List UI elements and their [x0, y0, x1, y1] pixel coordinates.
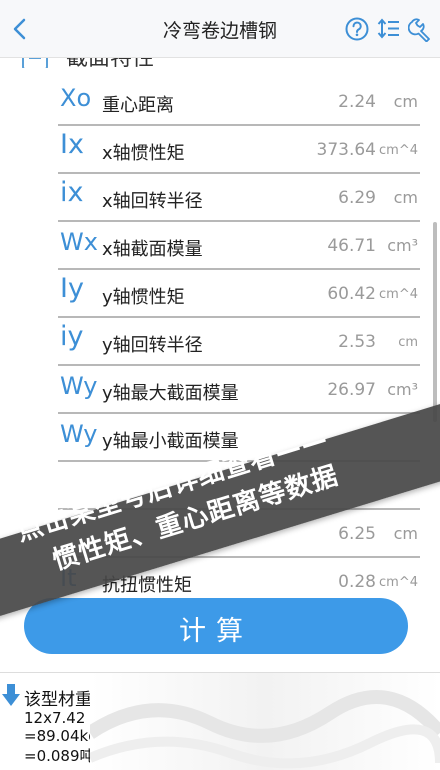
property-row: ix x轴回转半径 6.29 cm: [58, 174, 420, 222]
property-row: iy y轴回转半径 2.53 cm: [58, 318, 420, 366]
property-row: Wx x轴截面模量 46.71 cm³: [58, 222, 420, 270]
property-label: y轴最小截面模量: [102, 431, 239, 452]
header-bar: 冷弯卷边槽钢: [0, 0, 440, 58]
property-value: 2.24: [338, 92, 376, 112]
property-value: 46.71: [327, 236, 376, 256]
property-unit: cm³: [387, 236, 418, 255]
property-value: 6.25: [338, 524, 376, 544]
property-label: 重心距离: [102, 95, 174, 116]
property-symbol: iy: [60, 321, 84, 352]
property-label: x轴截面模量: [102, 239, 203, 260]
tools-button[interactable]: [407, 16, 434, 43]
property-unit: cm^4: [379, 575, 418, 590]
decorative-wave-icon: [90, 673, 440, 770]
calculate-button[interactable]: 计算: [24, 598, 408, 654]
property-symbol: Wx: [60, 228, 98, 256]
property-unit: cm: [393, 188, 418, 207]
property-row: Ix x轴惯性矩 373.64 cm^4: [58, 126, 420, 174]
property-symbol: Ix: [60, 129, 84, 160]
property-unit: cm: [398, 335, 418, 350]
property-label: y轴回转半径: [102, 335, 203, 356]
property-label: y轴最大截面模量: [102, 383, 239, 404]
sort-icon: [377, 18, 399, 39]
down-arrow-icon: [2, 684, 20, 706]
property-value: 0.28: [338, 572, 376, 592]
property-row: Iy y轴惯性矩 60.42 cm^4: [58, 270, 420, 318]
property-label: x轴惯性矩: [102, 143, 185, 164]
page-title: 冷弯卷边槽钢: [162, 20, 277, 42]
sort-button[interactable]: [376, 16, 402, 42]
property-value: 373.64: [316, 140, 376, 160]
property-label: y轴惯性矩: [102, 287, 185, 308]
property-unit: cm^4: [379, 143, 418, 158]
property-symbol: Xo: [60, 84, 92, 112]
property-unit: cm: [393, 92, 418, 111]
property-symbol: Wy: [60, 420, 98, 448]
scrollbar[interactable]: [433, 222, 437, 422]
property-value: 60.42: [327, 284, 376, 304]
help-icon: [345, 17, 369, 41]
property-row: Xo 重心距离 2.24 cm: [58, 78, 420, 126]
property-unit: cm: [393, 524, 418, 543]
property-symbol: Iy: [60, 273, 84, 304]
result-panel: 该型材重量 12x7.42 =89.04kg =0.089吨: [0, 672, 440, 770]
result-line: 12x7.42: [24, 709, 86, 727]
calculate-button-label: 计算: [179, 616, 253, 647]
property-symbol: ix: [60, 177, 84, 208]
property-unit: cm^4: [379, 287, 418, 302]
help-button[interactable]: [344, 16, 370, 42]
property-value: 6.29: [338, 188, 376, 208]
property-symbol: Wy: [60, 372, 98, 400]
property-value: 26.97: [327, 380, 376, 400]
result-line: =89.04kg: [24, 727, 98, 745]
property-label: x轴回转半径: [102, 191, 203, 212]
tools-icon: [407, 18, 430, 43]
property-value: 2.53: [338, 332, 376, 352]
result-line: =0.089吨: [24, 747, 95, 765]
